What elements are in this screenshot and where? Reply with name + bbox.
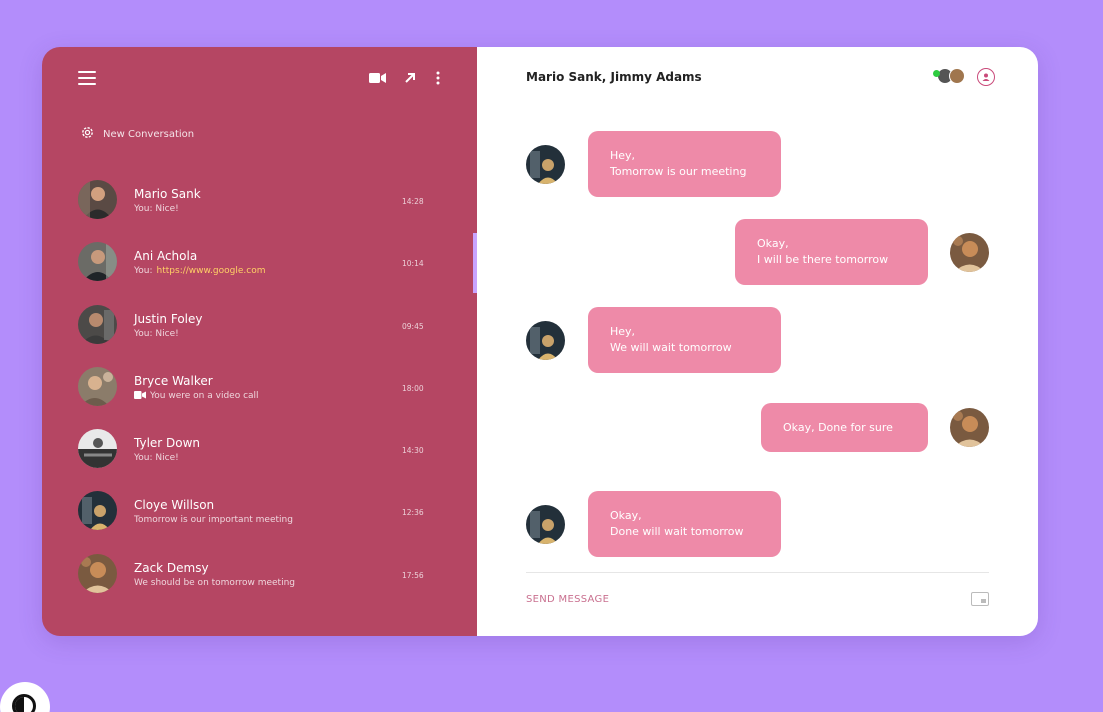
- message-bubble: Hey, Tomorrow is our meeting: [588, 131, 781, 197]
- avatar: [78, 553, 117, 593]
- conversation-preview: You: https://www.google.com: [134, 266, 266, 277]
- message-bubble: Okay, I will be there tomorrow: [735, 219, 928, 285]
- conversation-list: Mario Sank You: Nice! 14:28 Ani Achola Y…: [42, 167, 477, 603]
- chat-app: New Conversation Mario Sank You: Nice! 1…: [42, 47, 1038, 636]
- avatar: [78, 242, 117, 282]
- chat-panel: Mario Sank, Jimmy Adams Hey, Tomorrow is…: [477, 47, 1038, 636]
- theme-toggle-button[interactable]: [0, 682, 50, 712]
- message-text: We will wait tomorrow: [610, 341, 732, 354]
- conversation-time: 17:56: [402, 570, 424, 580]
- arrow-up-right-icon[interactable]: [400, 69, 420, 87]
- avatar: [950, 233, 989, 272]
- conversation-preview: Tomorrow is our important meeting: [134, 515, 293, 526]
- conversation-name: Tyler Down: [134, 436, 201, 451]
- conversation-item[interactable]: Bryce Walker You were on a video call 18…: [42, 354, 477, 416]
- sidebar-toolbar: [42, 47, 477, 109]
- message-text: Okay, Done for sure: [783, 420, 893, 434]
- gear-icon: [80, 125, 95, 144]
- conversation-item[interactable]: Justin Foley You: Nice! 09:45: [42, 292, 477, 354]
- conversation-name: Cloye Willson: [134, 498, 215, 513]
- conversation-preview: You: Nice!: [134, 453, 179, 464]
- conversation-name: Justin Foley: [134, 311, 203, 326]
- add-user-icon[interactable]: [977, 68, 995, 86]
- new-conversation-label: New Conversation: [103, 129, 195, 140]
- avatar: [526, 145, 565, 184]
- avatar: [526, 505, 565, 544]
- conversation-time: 10:14: [402, 259, 424, 269]
- conversation-time: 09:45: [402, 321, 424, 331]
- avatar: [950, 408, 989, 447]
- chat-title: Mario Sank, Jimmy Adams: [526, 70, 702, 84]
- message-bubble: Hey, We will wait tomorrow: [588, 307, 781, 373]
- conversation-item[interactable]: Cloye Willson Tomorrow is our important …: [42, 478, 477, 540]
- message-text: Tomorrow is our meeting: [610, 165, 747, 178]
- message-text: I will be there tomorrow: [757, 253, 889, 266]
- conversation-item[interactable]: Mario Sank You: Nice! 14:28: [42, 167, 477, 229]
- conversation-item[interactable]: Zack Demsy We should be on tomorrow meet…: [42, 541, 477, 603]
- divider: [526, 572, 989, 573]
- participants-avatars[interactable]: [933, 68, 969, 86]
- conversation-preview: We should be on tomorrow meeting: [134, 577, 295, 588]
- conversation-name: Zack Demsy: [134, 560, 209, 575]
- avatar: [78, 366, 117, 406]
- conversation-preview: You were on a video call: [134, 390, 259, 402]
- avatar: [526, 321, 565, 360]
- conversation-time: 12:36: [402, 508, 424, 518]
- avatar: [78, 180, 117, 219]
- avatar: [78, 429, 117, 469]
- message-text: Done will wait tomorrow: [610, 525, 744, 538]
- preview-link[interactable]: https://www.google.com: [157, 266, 266, 276]
- conversation-time: 14:28: [402, 197, 424, 206]
- conversation-preview: You: Nice!: [134, 204, 179, 214]
- avatar: [78, 304, 117, 344]
- conversation-name: Bryce Walker: [134, 373, 213, 388]
- message-text: Hey,: [610, 325, 636, 338]
- conversation-time: 18:00: [402, 383, 424, 393]
- message-bubble: Okay, Done for sure: [761, 403, 928, 452]
- conversation-item[interactable]: Ani Achola You: https://www.google.com 10…: [42, 229, 477, 291]
- message-text: Okay,: [610, 509, 642, 522]
- theme-toggle-icon: [12, 694, 36, 712]
- avatar: [949, 68, 965, 84]
- send-message-input[interactable]: SEND MESSAGE: [526, 594, 609, 605]
- video-call-icon: [134, 390, 146, 402]
- menu-icon[interactable]: [78, 71, 96, 85]
- conversation-name: Ani Achola: [134, 249, 198, 264]
- message-text: Hey,: [610, 149, 636, 162]
- conversation-preview: You: Nice!: [134, 328, 179, 339]
- more-vertical-icon[interactable]: [428, 69, 448, 87]
- attachment-icon[interactable]: [971, 592, 989, 606]
- message-text: Okay,: [757, 237, 789, 250]
- message-bubble: Okay, Done will wait tomorrow: [588, 491, 781, 557]
- sidebar: New Conversation Mario Sank You: Nice! 1…: [42, 47, 477, 636]
- avatar: [78, 491, 117, 531]
- online-indicator: [933, 70, 940, 77]
- new-conversation-button[interactable]: New Conversation: [80, 125, 194, 144]
- conversation-name: Mario Sank: [134, 187, 201, 201]
- conversation-time: 14:30: [402, 446, 424, 456]
- conversation-item[interactable]: Tyler Down You: Nice! 14:30: [42, 416, 477, 478]
- video-camera-icon[interactable]: [368, 69, 388, 87]
